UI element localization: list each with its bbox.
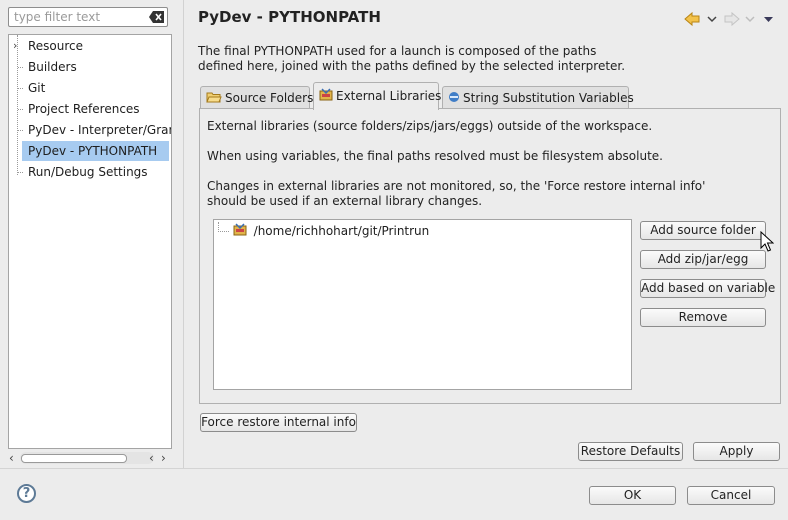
mouse-pointer-icon (760, 230, 775, 256)
dialog-separator (0, 468, 788, 469)
external-libraries-list[interactable]: /home/richhohart/git/Printrun (213, 219, 632, 390)
tree-item-label: Run/Debug Settings (28, 165, 148, 179)
scroll-left-icon[interactable]: ‹ (9, 451, 14, 465)
help-icon[interactable]: ? (17, 484, 36, 503)
description-line: The final PYTHONPATH used for a launch i… (198, 44, 597, 58)
remove-button[interactable]: Remove (640, 308, 766, 327)
tree-item-pydev-pythonpath[interactable]: PyDev - PYTHONPATH (9, 141, 171, 161)
scroll-left-icon[interactable]: ‹ (149, 451, 154, 465)
page-title: PyDev - PYTHONPATH (198, 8, 381, 26)
tree-horizontal-scrollbar[interactable]: ‹ ‹ › (8, 451, 172, 466)
forward-arrow-icon (724, 11, 740, 27)
tree-connector (218, 222, 229, 232)
page-description: The final PYTHONPATH used for a launch i… (198, 44, 625, 74)
ok-button[interactable]: OK (589, 486, 676, 505)
monitoring-info-2: should be used if an external library ch… (207, 194, 483, 208)
tree-tick (18, 67, 23, 68)
variable-icon (448, 88, 460, 110)
tab-external-libraries[interactable]: External Libraries (313, 82, 442, 110)
library-path: /home/richhohart/git/Printrun (253, 224, 430, 238)
tree-item-label: Resource (28, 39, 84, 53)
folder-icon (206, 88, 222, 110)
navigation-toolbar (684, 11, 780, 27)
back-menu-chevron-icon[interactable] (707, 16, 717, 23)
tree-item-git[interactable]: Git (9, 78, 171, 98)
tab-source-folders[interactable]: Source Folders (200, 86, 314, 110)
add-zip-jar-egg-button[interactable]: Add zip/jar/egg (640, 250, 766, 269)
tree-tick (18, 130, 23, 131)
tree-item-run-debug-settings[interactable]: Run/Debug Settings (9, 162, 171, 182)
pane-divider[interactable] (183, 0, 184, 468)
back-arrow-icon[interactable] (684, 11, 700, 27)
forward-menu-chevron-icon (745, 16, 755, 23)
filter-input[interactable] (9, 8, 150, 26)
view-menu-icon[interactable] (764, 17, 773, 22)
library-icon (233, 222, 247, 241)
tree-tick (18, 172, 23, 173)
tab-label: Source Folders (225, 91, 314, 105)
tree-item-label: Builders (28, 60, 77, 74)
scroll-thumb[interactable] (21, 454, 127, 463)
list-item[interactable]: /home/richhohart/git/Printrun (218, 222, 429, 240)
monitoring-info: Changes in external libraries are not mo… (207, 179, 706, 193)
tab-label: External Libraries (336, 89, 442, 103)
add-based-on-variable-button[interactable]: Add based on variable (640, 279, 775, 298)
preference-tree: › Resource Builders Git Project Referenc… (8, 34, 172, 449)
tree-tick (18, 109, 23, 110)
tree-item-label: Git (28, 81, 46, 95)
library-icon (319, 84, 333, 110)
force-restore-internal-info-button[interactable]: Force restore internal info (200, 413, 357, 432)
scroll-right-icon[interactable]: › (161, 451, 166, 465)
clear-icon[interactable] (149, 10, 165, 24)
scroll-track[interactable] (20, 452, 154, 464)
external-libs-info: External libraries (source folders/zips/… (207, 119, 653, 133)
description-line: defined here, joined with the paths defi… (198, 59, 626, 73)
tree-item-project-references[interactable]: Project References (9, 99, 171, 119)
add-source-folder-button[interactable]: Add source folder (640, 221, 766, 240)
variables-info: When using variables, the final paths re… (207, 149, 663, 163)
filter-box[interactable] (8, 7, 168, 27)
tree-item-label: PyDev - PYTHONPATH (22, 141, 170, 161)
restore-defaults-button[interactable]: Restore Defaults (578, 442, 683, 461)
tab-string-substitution-variables[interactable]: String Substitution Variables (442, 86, 634, 110)
tab-label: String Substitution Variables (463, 91, 634, 105)
cancel-button[interactable]: Cancel (687, 486, 775, 505)
tree-item-pydev-interpreter[interactable]: PyDev - Interpreter/Gram (9, 120, 171, 140)
tree-item-label: PyDev - Interpreter/Gram (28, 123, 172, 137)
tree-item-builders[interactable]: Builders (9, 57, 171, 77)
tree-item-resource[interactable]: › Resource (9, 36, 171, 56)
apply-button[interactable]: Apply (693, 442, 780, 461)
tree-tick (18, 88, 23, 89)
chevron-right-icon[interactable]: › (13, 39, 17, 53)
tree-item-label: Project References (28, 102, 140, 116)
